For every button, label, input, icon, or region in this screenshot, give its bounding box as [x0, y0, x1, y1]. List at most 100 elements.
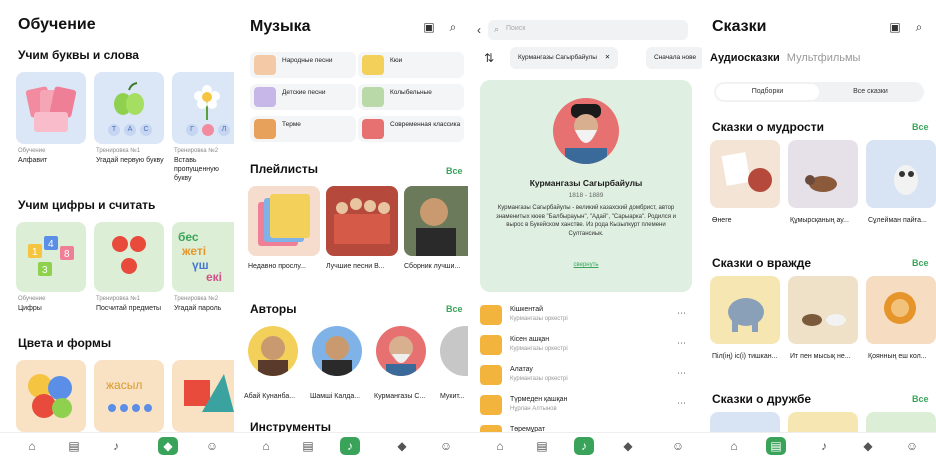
category-thumb: [362, 55, 384, 75]
bottom-navigation: ⌂ ▤ ♪ ◆ ☺: [702, 432, 936, 462]
shapes-card[interactable]: [172, 360, 234, 432]
music-icon[interactable]: ♪: [340, 437, 360, 455]
book-icon[interactable]: ▤: [64, 437, 84, 455]
see-all-link[interactable]: Все: [912, 122, 929, 132]
bottom-navigation: ⌂ ▤ ♪ ◆ ☺: [0, 432, 234, 462]
color-word-card[interactable]: жасыл: [94, 360, 164, 432]
segment-collections[interactable]: Подборки: [716, 84, 819, 100]
search-icon[interactable]: ⌕: [912, 20, 926, 34]
category-modern-classics[interactable]: Современная классика: [358, 116, 464, 142]
track-title: Түрмеден қашқан: [510, 396, 568, 403]
see-all-link[interactable]: Все: [912, 258, 929, 268]
category-terme[interactable]: Терме: [250, 116, 356, 142]
more-icon[interactable]: ⋯: [677, 338, 686, 349]
letter-bubble[interactable]: Л: [218, 124, 230, 136]
more-icon[interactable]: ⋯: [677, 368, 686, 379]
music-icon[interactable]: ♪: [106, 437, 126, 455]
tale-card[interactable]: [710, 276, 780, 344]
profile-icon[interactable]: ☺: [902, 437, 922, 455]
book-icon[interactable]: ▤: [532, 437, 552, 455]
back-arrow-icon[interactable]: ‹: [472, 23, 486, 37]
library-icon[interactable]: ▣: [422, 20, 436, 34]
card-title: Алфавит: [18, 157, 48, 164]
home-icon[interactable]: ⌂: [490, 437, 510, 455]
missing-letter-slot[interactable]: [202, 124, 214, 136]
collapse-link[interactable]: свернуть: [480, 262, 692, 268]
alphabet-cards-illustration: [25, 86, 77, 132]
tale-card[interactable]: [788, 276, 858, 344]
track-row[interactable]: Түрмеден қашқан Нұрлан Алтынов ⋯: [480, 392, 690, 418]
bottom-navigation: ⌂ ▤ ♪ ◆ ☺: [234, 432, 468, 462]
paint-blobs-illustration: [28, 374, 72, 418]
card-tag: Тренировка №2: [174, 148, 219, 154]
see-all-link[interactable]: Все: [446, 166, 463, 176]
playlist-recent[interactable]: [248, 186, 320, 256]
category-folk[interactable]: Народные песни: [250, 52, 356, 78]
category-label: Современная классика: [390, 121, 461, 128]
letter-bubble[interactable]: С: [140, 124, 152, 136]
more-icon[interactable]: ⋯: [677, 398, 686, 409]
track-row[interactable]: Кішкентай Курмангазы оркестрі ⋯: [480, 302, 690, 328]
dombra-icon: [480, 395, 502, 415]
letter-bubble[interactable]: Т: [108, 124, 120, 136]
home-icon[interactable]: ⌂: [22, 437, 42, 455]
profile-icon[interactable]: ☺: [202, 437, 222, 455]
search-icon[interactable]: ⌕: [446, 20, 460, 34]
track-row[interactable]: Алатау Курмангазы оркестрі ⋯: [480, 362, 690, 388]
home-icon[interactable]: ⌂: [256, 437, 276, 455]
tale-card[interactable]: [788, 140, 858, 208]
cat-dog-illustration: [802, 314, 846, 326]
home-icon[interactable]: ⌂: [724, 437, 744, 455]
letter-bubble[interactable]: Г: [186, 124, 198, 136]
category-kids[interactable]: Детские песни: [250, 84, 356, 110]
playlist-best[interactable]: [326, 186, 398, 256]
tale-card[interactable]: [866, 276, 936, 344]
guess-password-card[interactable]: бес жеті үш екі: [172, 222, 234, 292]
section-title-enmity: Сказки о вражде: [712, 256, 812, 270]
author-avatar[interactable]: [440, 326, 468, 376]
learning-icon[interactable]: ◆: [858, 437, 878, 455]
filter-icon[interactable]: ⇅: [482, 51, 496, 65]
category-kui[interactable]: Кюи: [358, 52, 464, 78]
segment-all-tales[interactable]: Все сказки: [819, 84, 922, 100]
numbers-card[interactable]: 1 4 8 3: [16, 222, 86, 292]
author-avatar[interactable]: [248, 326, 298, 376]
profile-icon[interactable]: ☺: [436, 437, 456, 455]
see-all-link[interactable]: Все: [912, 394, 929, 404]
letter-bubble[interactable]: А: [124, 124, 136, 136]
profile-icon[interactable]: ☺: [668, 437, 688, 455]
guess-first-letter-card[interactable]: Т А С: [94, 72, 164, 144]
search-input[interactable]: ⌕ Поиск: [488, 20, 688, 40]
tale-card[interactable]: [710, 140, 780, 208]
learning-icon[interactable]: ◆: [618, 437, 638, 455]
insert-missing-letter-card[interactable]: Г Л: [172, 72, 234, 144]
filter-chip-author[interactable]: Курмангазы Сагырбайулы ✕: [510, 47, 619, 69]
music-icon[interactable]: ♪: [814, 437, 834, 455]
track-row[interactable]: Кісен ашқан Курмангазы оркестрі ⋯: [480, 332, 690, 358]
learning-screen: Обучение Учим буквы и слова Обучение Алф…: [0, 0, 234, 462]
playlist-collection[interactable]: [404, 186, 468, 256]
sort-chip[interactable]: Сначала нове: [646, 47, 702, 69]
tale-card[interactable]: [866, 140, 936, 208]
card-tag: Обучение: [18, 296, 46, 302]
records-illustration: [258, 194, 310, 246]
tab-audio-tales[interactable]: Аудиосказки: [710, 52, 780, 64]
author-avatar[interactable]: [312, 326, 362, 376]
library-icon[interactable]: ▣: [888, 20, 902, 34]
book-icon[interactable]: ▤: [766, 437, 786, 455]
close-icon[interactable]: ✕: [605, 54, 610, 61]
more-icon[interactable]: ⋯: [677, 308, 686, 319]
author-avatar[interactable]: [376, 326, 426, 376]
category-lullabies[interactable]: Колыбельные: [358, 84, 464, 110]
svg-text:3: 3: [42, 265, 48, 276]
book-icon[interactable]: ▤: [298, 437, 318, 455]
tab-cartoons[interactable]: Мультфильмы: [787, 52, 861, 64]
learning-icon[interactable]: ◆: [392, 437, 412, 455]
count-objects-card[interactable]: [94, 222, 164, 292]
music-icon[interactable]: ♪: [574, 437, 594, 455]
see-all-link[interactable]: Все: [446, 304, 463, 314]
learning-icon[interactable]: ◆: [158, 437, 178, 455]
section-title-playlists: Плейлисты: [250, 162, 318, 176]
colors-card[interactable]: [16, 360, 86, 432]
alphabet-card[interactable]: [16, 72, 86, 144]
